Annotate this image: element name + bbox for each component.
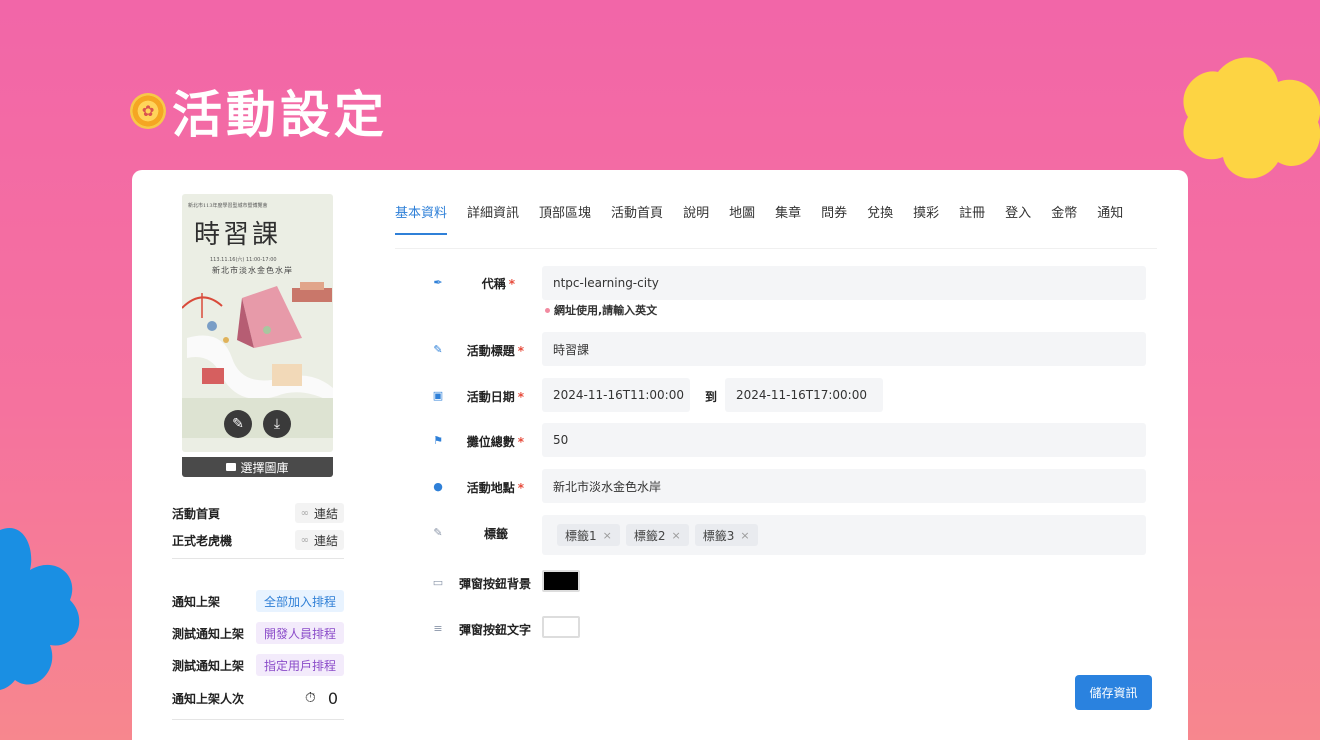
tab-bar: 基本資料 詳細資訊 頂部區塊 活動首頁 說明 地圖 集章 問券 兌換 摸彩 註冊… <box>395 188 1157 248</box>
settings-panel: 基本資料 詳細資訊 頂部區塊 活動首頁 說明 地圖 集章 問券 兌換 摸彩 註冊… <box>395 188 1157 740</box>
tab-details[interactable]: 詳細資訊 <box>467 202 519 233</box>
notify-count-value: 0 <box>327 688 338 708</box>
link-button-label: 連結 <box>313 506 338 521</box>
settings-card: 新北市113年度學習型城市暨博覽會 時習課 113.11.16(六) 11:00… <box>132 170 1188 740</box>
code-input[interactable]: ntpc-learning-city <box>542 266 1146 300</box>
divider <box>172 558 344 559</box>
popup-text-label: 彈窗按鈕文字 <box>458 623 531 637</box>
popup-bg-label: 彈窗按鈕背景 <box>458 577 531 591</box>
remove-tag-icon[interactable]: × <box>672 529 681 542</box>
choose-gallery-button[interactable]: 選擇圖庫 <box>182 457 333 477</box>
location-label: 活動地點 * <box>466 481 524 495</box>
hint-dot-icon <box>545 307 550 313</box>
save-button[interactable]: 儲存資訊 <box>1075 675 1152 710</box>
choose-gallery-label: 選擇圖庫 <box>240 460 289 475</box>
tab-login[interactable]: 登入 <box>1005 202 1031 233</box>
popup-text-color-picker[interactable] <box>542 616 580 638</box>
link-button-label: 連結 <box>313 533 338 548</box>
blue-flower-decoration <box>0 528 80 690</box>
notify-row: 通知上架 全部加入排程 <box>172 590 344 612</box>
tab-register[interactable]: 註冊 <box>959 202 985 233</box>
test-notify-row: 測試通知上架 指定用戶排程 <box>172 654 344 676</box>
schedule-dev-button[interactable]: 開發人員排程 <box>255 622 344 644</box>
tab-survey[interactable]: 問券 <box>821 202 847 233</box>
notify-count-row: 通知上架人次 ⏱ 0 <box>172 687 344 709</box>
schedule-user-button[interactable]: 指定用戶排程 <box>255 654 344 676</box>
tab-home[interactable]: 活動首頁 <box>611 202 663 233</box>
slot-link-button[interactable]: ∞ 連結 <box>294 530 344 550</box>
notify-count: ⏱ 0 <box>305 689 344 708</box>
booths-label: 攤位總數 * <box>466 435 524 449</box>
page-title: 活動設定 <box>172 86 388 144</box>
pencil-icon: ✎ <box>232 416 244 432</box>
tab-stamps[interactable]: 集章 <box>775 202 801 233</box>
download-poster-button[interactable]: ⤓ <box>263 410 291 438</box>
poster-title: 時習課 <box>194 220 282 250</box>
tag-chip: 標籤3 × <box>694 524 758 546</box>
tag-chip: 標籤1 × <box>557 524 620 546</box>
notify-label: 測試通知上架 <box>172 658 245 673</box>
date-label: 活動日期 * <box>466 390 524 404</box>
tab-notify[interactable]: 通知 <box>1097 202 1123 233</box>
notify-label: 通知上架 <box>172 594 221 609</box>
start-date-input[interactable]: 2024-11-16T11:00:00 <box>542 378 690 412</box>
notify-count-label: 通知上架人次 <box>172 691 245 706</box>
badge-icon: ✿ <box>130 93 166 129</box>
page-header: ✿ 活動設定 <box>130 78 388 144</box>
poster-image[interactable]: 新北市113年度學習型城市暨博覽會 時習課 113.11.16(六) 11:00… <box>182 194 333 452</box>
code-hint: 網址使用,請輸入英文 <box>545 302 657 318</box>
link-label: 活動首頁 <box>172 506 221 521</box>
home-link-button[interactable]: ∞ 連結 <box>294 503 344 523</box>
edit-poster-button[interactable]: ✎ <box>224 410 252 438</box>
tag-chip: 標籤2 × <box>625 524 689 546</box>
location-input[interactable]: 新北市淡水金色水岸 <box>542 469 1146 503</box>
poster-date: 113.11.16(六) 11:00-17:00 <box>210 257 277 263</box>
link-row-slot: 正式老虎機 ∞ 連結 <box>172 529 344 551</box>
link-icon: ∞ <box>300 507 309 519</box>
booths-input[interactable]: 50 <box>542 423 1146 457</box>
code-label: 代稱 * <box>481 277 515 291</box>
image-icon <box>226 463 237 471</box>
test-notify-row: 測試通知上架 開發人員排程 <box>172 622 344 644</box>
tab-description[interactable]: 說明 <box>683 202 709 233</box>
tab-basic[interactable]: 基本資料 <box>395 202 448 235</box>
timer-icon: ⏱ <box>304 690 316 706</box>
divider <box>172 719 344 720</box>
popup-bg-color-picker[interactable] <box>542 570 580 592</box>
tags-input[interactable]: 標籤1 × 標籤2 × 標籤3 × <box>542 515 1146 555</box>
link-icon: ∞ <box>300 534 309 546</box>
remove-tag-icon[interactable]: × <box>740 529 749 542</box>
poster-illustration <box>182 282 333 438</box>
tags-label: 標籤 <box>483 527 508 541</box>
download-icon: ⤓ <box>273 416 281 432</box>
tab-top-block[interactable]: 頂部區塊 <box>539 202 591 233</box>
basic-info-form: ✒ 代稱 * ntpc-learning-city 網址使用,請輸入英文 ✎ 活動… <box>395 248 1157 740</box>
title-label: 活動標題 * <box>466 344 524 358</box>
poster-header-text: 新北市113年度學習型城市暨博覽會 <box>188 203 268 209</box>
link-row-home: 活動首頁 ∞ 連結 <box>172 502 344 524</box>
remove-tag-icon[interactable]: × <box>603 529 612 542</box>
tab-lottery[interactable]: 摸彩 <box>913 202 939 233</box>
end-date-input[interactable]: 2024-11-16T17:00:00 <box>725 378 883 412</box>
yellow-flower-decoration <box>1183 57 1320 179</box>
tab-map[interactable]: 地圖 <box>729 202 755 233</box>
tab-coins[interactable]: 金幣 <box>1051 202 1077 233</box>
schedule-all-button[interactable]: 全部加入排程 <box>255 590 344 612</box>
date-to-label: 到 <box>705 390 718 404</box>
notify-label: 測試通知上架 <box>172 626 245 641</box>
title-input[interactable]: 時習課 <box>542 332 1146 366</box>
poster-place: 新北市淡水金色水岸 <box>212 266 293 275</box>
tab-redeem[interactable]: 兌換 <box>867 202 893 233</box>
link-label: 正式老虎機 <box>172 533 233 548</box>
